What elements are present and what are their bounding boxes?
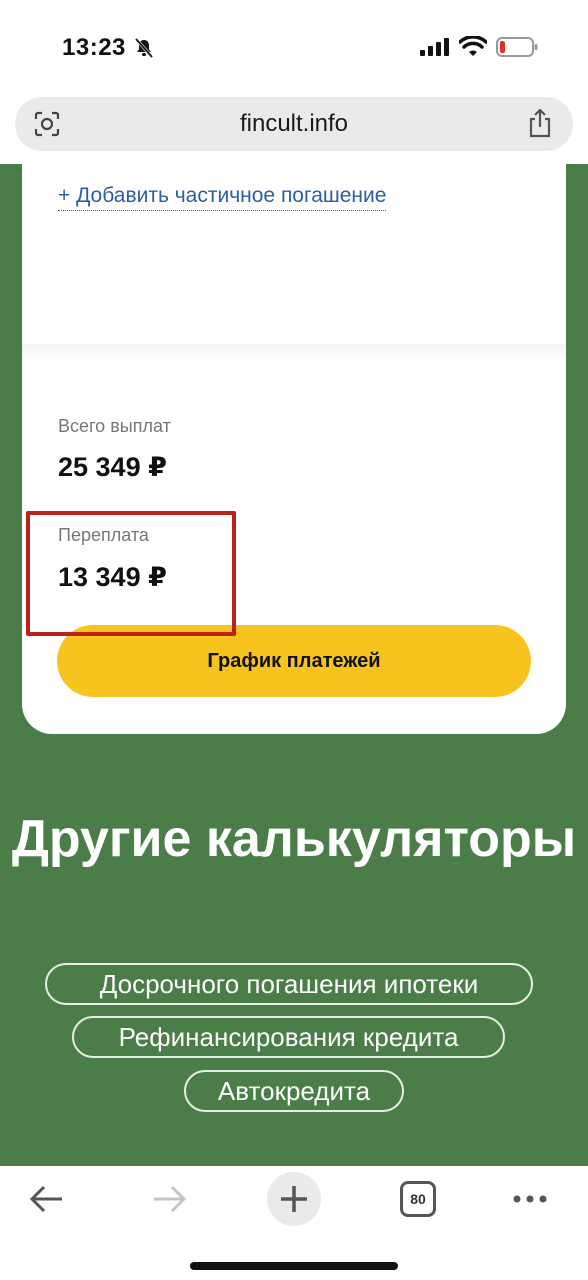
overpayment-highlight-box (26, 511, 236, 636)
status-time: 13:23 (62, 34, 126, 61)
battery-low-icon (496, 37, 538, 57)
new-tab-button[interactable] (267, 1172, 321, 1226)
tabs-button[interactable]: 80 (400, 1181, 436, 1217)
results-card: + Добавить частичное погашение Всего вып… (22, 164, 566, 734)
signal-icon (420, 38, 449, 56)
total-payments-value: 25 349 ₽ (58, 452, 167, 482)
other-calculators-title: Другие калькуляторы (11, 810, 577, 868)
status-bar: 13:23 (0, 0, 588, 92)
share-icon[interactable] (527, 108, 553, 138)
add-partial-repayment-link[interactable]: + Добавить частичное погашение (58, 184, 387, 211)
wifi-icon (459, 36, 487, 56)
url-text[interactable]: fincult.info (15, 110, 573, 138)
home-indicator (190, 1262, 398, 1270)
refinancing-link[interactable]: Рефинансирования кредита (72, 1016, 505, 1058)
back-arrow-icon[interactable] (28, 1184, 64, 1214)
plus-icon (281, 1186, 307, 1212)
car-loan-link[interactable]: Автокредита (184, 1070, 404, 1112)
card-divider (22, 344, 566, 364)
card-top-section: + Добавить частичное погашение (22, 164, 566, 360)
bell-slash-icon (134, 38, 154, 58)
url-bar[interactable]: fincult.info (15, 97, 573, 151)
forward-arrow-icon[interactable] (152, 1184, 188, 1214)
total-payments-label: Всего выплат (58, 416, 171, 436)
more-icon[interactable] (512, 1194, 548, 1204)
mortgage-early-repayment-link[interactable]: Досрочного погашения ипотеки (45, 963, 533, 1005)
